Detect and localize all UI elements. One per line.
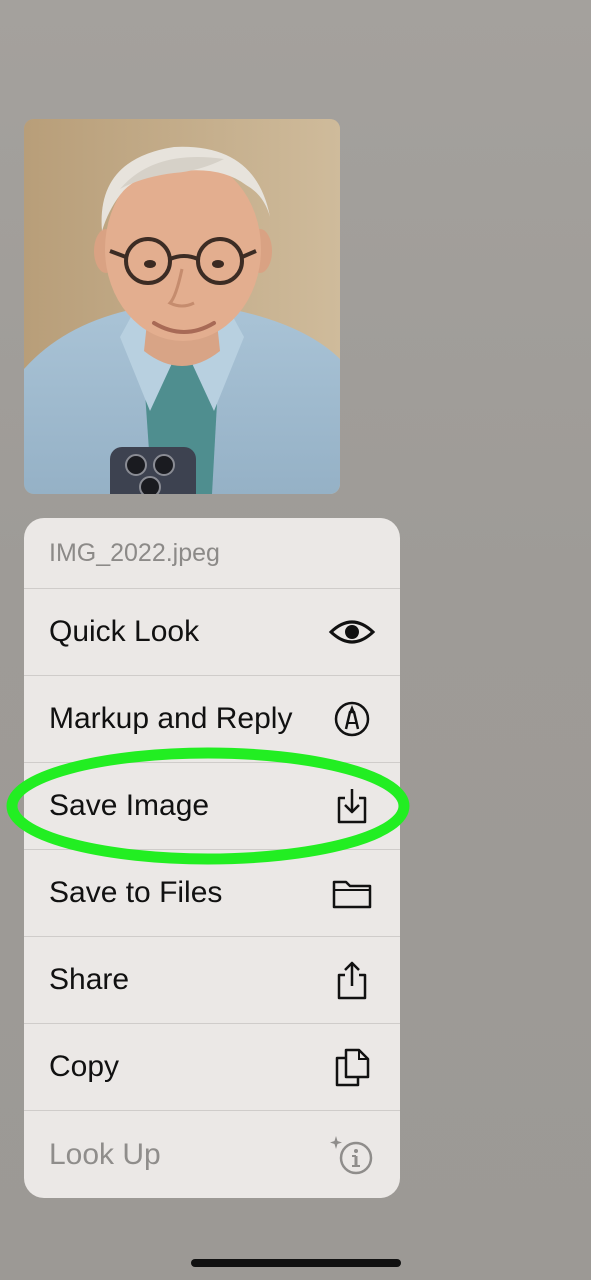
menu-item-save-to-files[interactable]: Save to Files (24, 850, 400, 937)
share-icon (328, 958, 376, 1002)
menu-item-label: Save to Files (49, 876, 223, 909)
photo-preview[interactable] (24, 119, 340, 494)
home-indicator[interactable] (191, 1259, 401, 1267)
menu-item-copy[interactable]: Copy (24, 1024, 400, 1111)
menu-title: IMG_2022.jpeg (24, 518, 400, 589)
menu-item-label: Share (49, 963, 130, 996)
menu-item-label: Quick Look (49, 615, 200, 648)
menu-item-share[interactable]: Share (24, 937, 400, 1024)
menu-item-markup-and-reply[interactable]: Markup and Reply (24, 676, 400, 763)
folder-icon (328, 871, 376, 915)
look-up-sparkle-info-icon (328, 1133, 376, 1177)
context-menu: IMG_2022.jpeg Quick Look Markup and Repl… (24, 518, 400, 1198)
portrait-image (24, 119, 340, 494)
menu-item-look-up[interactable]: Look Up (24, 1111, 400, 1198)
menu-item-label: Save Image (49, 789, 210, 822)
menu-item-quick-look[interactable]: Quick Look (24, 589, 400, 676)
eye-icon (328, 610, 376, 654)
copy-documents-icon (328, 1045, 376, 1089)
menu-item-label: Copy (49, 1050, 120, 1083)
save-download-icon (328, 784, 376, 828)
menu-item-label: Look Up (49, 1137, 161, 1171)
menu-item-label: Markup and Reply (49, 702, 293, 735)
menu-item-save-image[interactable]: Save Image (24, 763, 400, 850)
markup-pen-icon (328, 697, 376, 741)
